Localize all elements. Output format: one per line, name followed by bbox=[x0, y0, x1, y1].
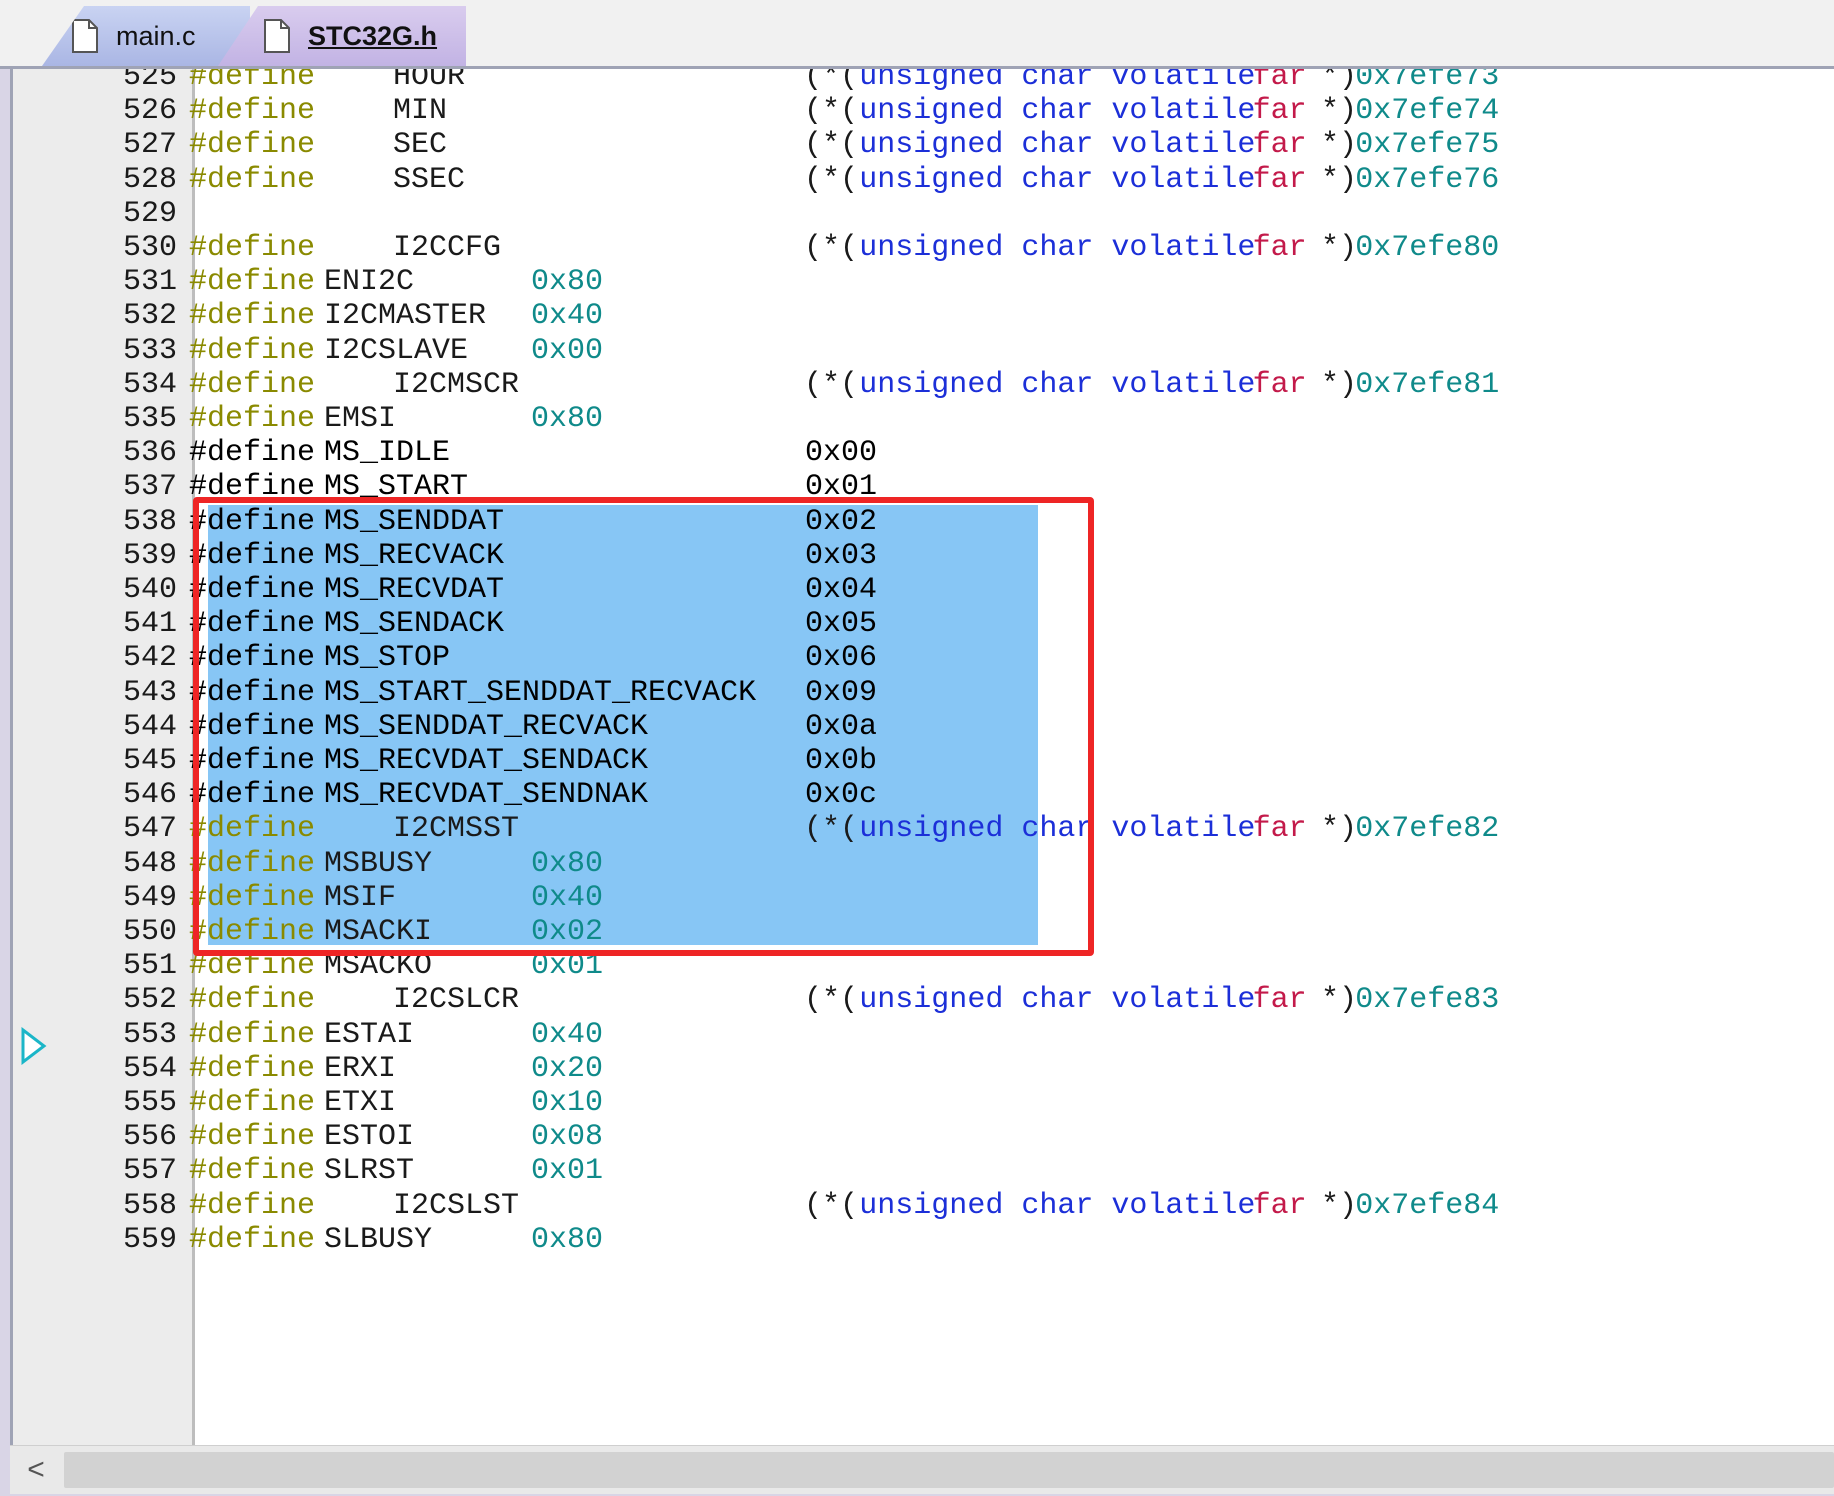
scroll-left-button[interactable]: < bbox=[16, 1452, 56, 1488]
tab-stc32g-h[interactable]: STC32G.h bbox=[218, 6, 466, 66]
tab-label: STC32G.h bbox=[308, 20, 438, 51]
macro-name: SLBUSY bbox=[324, 1222, 433, 1257]
tab-label: main.c bbox=[116, 20, 196, 51]
scroll-thumb[interactable] bbox=[64, 1452, 1834, 1488]
file-icon bbox=[264, 19, 290, 53]
tab-bar: main.c STC32G.h bbox=[0, 0, 1834, 69]
code-line[interactable]: 559 #define SLBUSY 0x80 bbox=[13, 1220, 1834, 1260]
macro-value: 0x80 bbox=[531, 1222, 604, 1257]
current-line-arrow-icon bbox=[21, 1027, 47, 1065]
code-editor[interactable]: 525 #define HOUR (*(unsigned char volatile f… bbox=[10, 69, 1834, 1445]
file-icon bbox=[72, 19, 98, 53]
line-number: 559 bbox=[122, 1222, 177, 1257]
horizontal-scrollbar[interactable]: < bbox=[10, 1445, 1834, 1494]
tab-main-c[interactable]: main.c bbox=[42, 6, 250, 66]
define-keyword: #define bbox=[189, 1222, 316, 1257]
